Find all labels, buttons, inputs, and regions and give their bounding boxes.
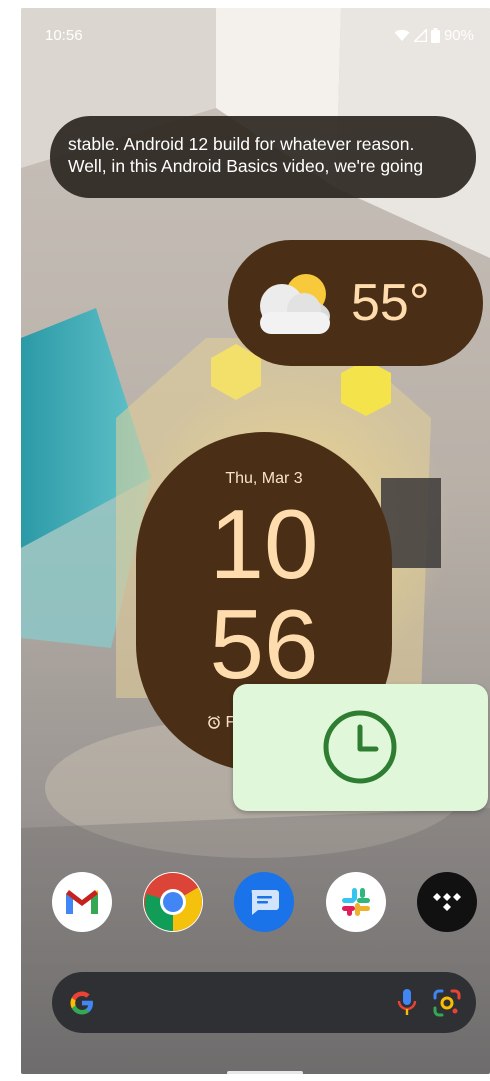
google-search-bar[interactable]	[52, 972, 476, 1033]
clock-date: Thu, Mar 3	[225, 470, 303, 487]
wifi-icon	[394, 29, 410, 41]
clock-alarm: F	[207, 714, 235, 732]
battery-icon	[430, 28, 440, 43]
home-screen: 10:56 90% stable. Android 12 build for w…	[21, 8, 490, 1074]
live-caption[interactable]: stable. Android 12 build for whatever re…	[50, 116, 476, 198]
gmail-app-icon[interactable]	[52, 872, 112, 932]
status-icons: 90%	[394, 27, 474, 44]
caption-line-2: Well, in this Android Basics video, we'r…	[68, 156, 424, 176]
gmail-icon	[66, 890, 98, 914]
gesture-nav-handle[interactable]	[227, 1071, 303, 1074]
messages-app-icon[interactable]	[234, 872, 294, 932]
messages-icon	[251, 890, 279, 915]
status-bar: 10:56 90%	[21, 8, 490, 58]
status-time: 10:56	[45, 27, 83, 44]
tidal-icon	[433, 893, 461, 911]
weather-temperature: 55°	[351, 274, 430, 332]
mic-icon[interactable]	[397, 987, 417, 1019]
alarm-icon	[208, 715, 220, 729]
weather-widget[interactable]: 55°	[228, 240, 483, 366]
partly-cloudy-icon	[260, 274, 330, 334]
slack-icon	[342, 888, 370, 916]
google-g-icon	[70, 991, 93, 1015]
clock-app-widget[interactable]	[233, 684, 488, 811]
chrome-app-icon[interactable]	[143, 872, 203, 932]
lens-icon[interactable]	[432, 988, 462, 1018]
clock-minute: 56	[209, 589, 319, 699]
clock-hour: 10	[209, 489, 319, 599]
battery-percent: 90%	[443, 27, 474, 44]
cellular-icon	[413, 29, 427, 42]
tidal-app-icon[interactable]	[417, 872, 477, 932]
caption-line-1: stable. Android 12 build for whatever re…	[68, 134, 415, 154]
slack-app-icon[interactable]	[326, 872, 386, 932]
chrome-icon	[144, 873, 202, 931]
clock-icon	[323, 710, 397, 784]
